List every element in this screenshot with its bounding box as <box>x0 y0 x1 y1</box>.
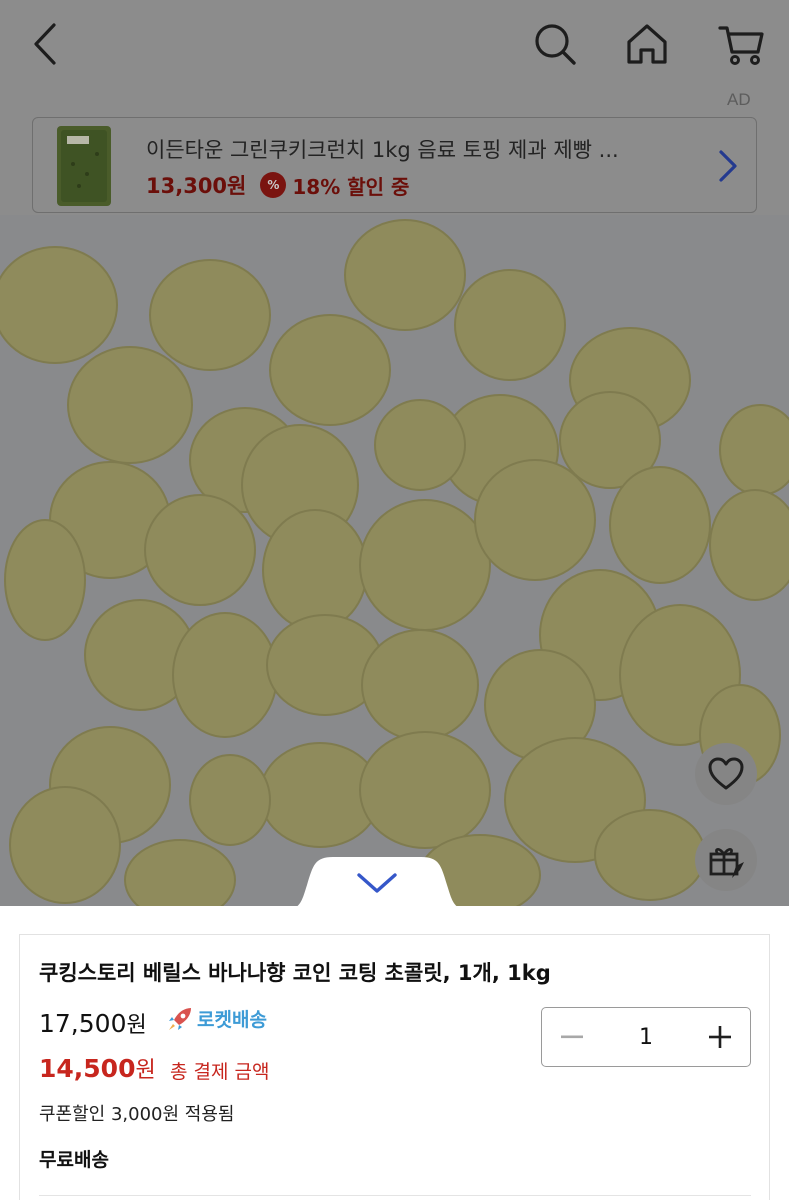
coupon-applied-text: 쿠폰할인 3,000원 적용됨 <box>39 1104 235 1125</box>
ad-discount-text: 18% 할인 중 <box>292 174 410 199</box>
ad-label: AD <box>727 90 751 109</box>
product-title: 쿠킹스토리 베릴스 바나나향 코인 코팅 초콜릿, 1개, 1kg <box>39 961 551 985</box>
ad-product-thumbnail <box>57 126 111 206</box>
quantity-stepper: 1 <box>541 1007 751 1067</box>
back-button[interactable] <box>18 16 72 72</box>
plus-icon <box>709 1026 731 1048</box>
quantity-value[interactable]: 1 <box>602 1025 690 1050</box>
gift-rocket-icon <box>709 848 744 878</box>
rocket-icon <box>169 1007 191 1030</box>
product-image <box>0 215 789 906</box>
search-button[interactable] <box>526 16 584 72</box>
ad-product-title: 이든타운 그린쿠키크런치 1kg 음료 토핑 제과 제빵 ... <box>146 138 619 162</box>
ad-product-card[interactable]: 이든타운 그린쿠키크런치 1kg 음료 토핑 제과 제빵 ... 13,300원… <box>32 117 757 213</box>
product-summary-card: 쿠킹스토리 베릴스 바나나향 코인 코팅 초콜릿, 1개, 1kg 17,500… <box>19 934 770 1200</box>
sale-price-unit: 원 <box>135 1058 156 1083</box>
decrease-quantity-button[interactable] <box>542 1008 602 1066</box>
heart-icon <box>708 757 744 790</box>
ad-price-row: 13,300원 % 18% 할인 중 <box>146 170 409 200</box>
home-icon <box>627 24 667 64</box>
original-price-number: 17,500 <box>39 1009 127 1038</box>
original-price: 17,500원 <box>39 1007 147 1039</box>
divider <box>39 1195 751 1196</box>
discount-badge-icon: % <box>260 172 287 198</box>
back-chevron-icon <box>34 23 56 65</box>
original-price-unit: 원 <box>126 1013 147 1038</box>
rocket-delivery-label: 로켓배송 <box>197 1009 267 1031</box>
cart-button[interactable] <box>710 16 772 72</box>
minus-icon <box>561 1035 583 1039</box>
cart-icon <box>718 26 764 65</box>
total-payment-label: 총 결제 금액 <box>170 1061 270 1083</box>
chevron-right-icon[interactable] <box>713 148 743 184</box>
sale-price-number: 14,500 <box>39 1054 136 1083</box>
collapse-sheet-tab[interactable] <box>289 857 465 909</box>
increase-quantity-button[interactable] <box>690 1008 750 1066</box>
wishlist-button[interactable] <box>695 743 757 805</box>
gift-button[interactable] <box>695 829 757 891</box>
purchase-bottom-sheet: 쿠킹스토리 베릴스 바나나향 코인 코팅 초콜릿, 1개, 1kg 17,500… <box>0 906 789 1200</box>
sale-price: 14,500원 <box>39 1052 156 1084</box>
top-bar <box>0 0 789 92</box>
search-icon <box>535 24 576 65</box>
ad-price: 13,300원 <box>146 174 247 198</box>
rocket-delivery-badge: 로켓배송 <box>167 1005 267 1032</box>
free-shipping-label: 무료배송 <box>39 1149 109 1171</box>
home-button[interactable] <box>618 16 676 72</box>
dimmed-background: AD 이든타운 그린쿠키크런치 1kg 음료 토핑 제과 제빵 ... 13,3… <box>0 0 789 906</box>
